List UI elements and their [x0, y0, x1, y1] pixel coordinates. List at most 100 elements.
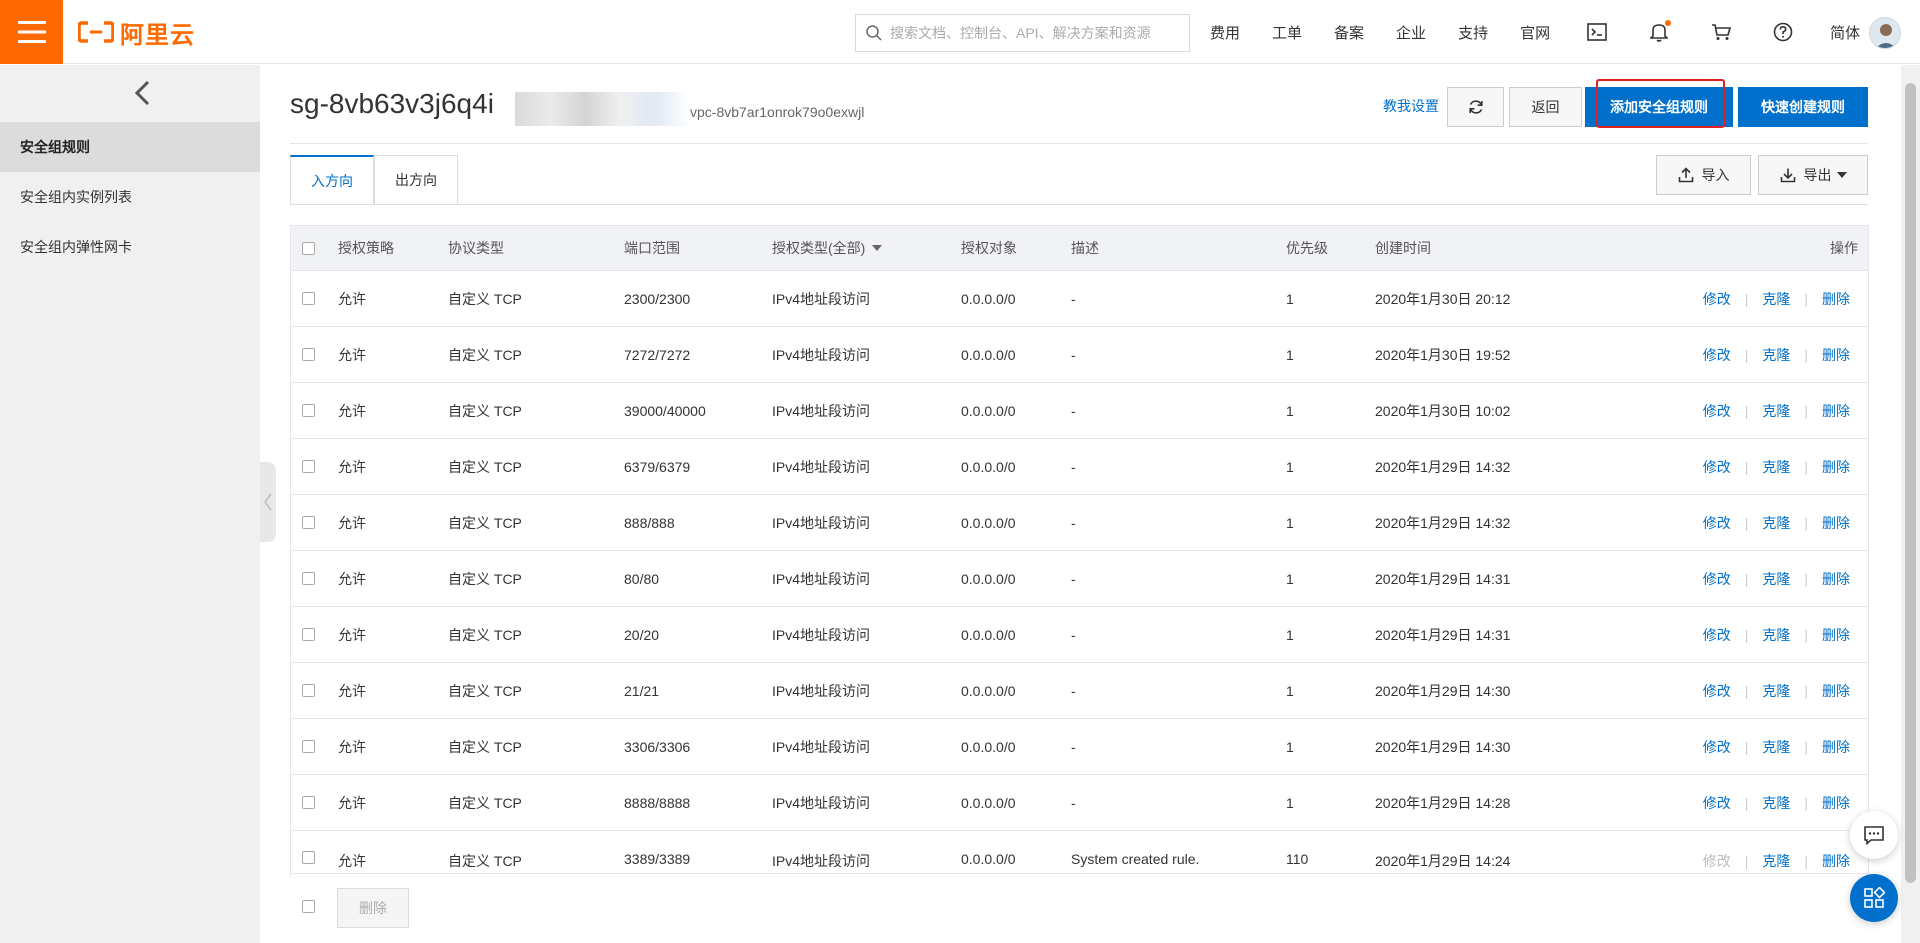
row-checkbox[interactable] [302, 851, 315, 864]
export-button[interactable]: 导出 [1758, 155, 1868, 195]
clone-link[interactable]: 克隆 [1762, 457, 1790, 477]
bell-icon[interactable] [1644, 17, 1674, 47]
apps-grid-icon [1864, 887, 1885, 908]
edit-link[interactable]: 修改 [1703, 457, 1731, 477]
cell-protocol: 自定义 TCP [448, 570, 522, 587]
edit-link[interactable]: 修改 [1703, 401, 1731, 421]
row-actions: 修改 | 克隆 | 删除 [1703, 513, 1850, 533]
delete-link[interactable]: 删除 [1822, 625, 1850, 645]
delete-link[interactable]: 删除 [1822, 457, 1850, 477]
row-checkbox[interactable] [302, 572, 315, 585]
tab-inbound[interactable]: 入方向 [290, 155, 374, 205]
delete-link[interactable]: 删除 [1822, 569, 1850, 589]
clone-link[interactable]: 克隆 [1762, 681, 1790, 701]
edit-link[interactable]: 修改 [1703, 737, 1731, 757]
col-auth-type-filter[interactable]: 授权类型(全部) [772, 238, 883, 258]
delete-link[interactable]: 删除 [1822, 851, 1850, 871]
edit-link[interactable]: 修改 [1703, 513, 1731, 533]
sidebar-collapse-handle[interactable] [260, 462, 276, 542]
select-all-checkbox[interactable] [302, 241, 315, 255]
nav-tickets[interactable]: 工单 [1272, 22, 1302, 43]
row-checkbox[interactable] [302, 460, 315, 473]
clone-link[interactable]: 克隆 [1762, 513, 1790, 533]
table-row: 允许 自定义 TCP 3306/3306 IPv4地址段访问 0.0.0.0/0 - 1 20… [291, 719, 1868, 775]
row-checkbox[interactable] [302, 348, 315, 361]
edit-link[interactable]: 修改 [1703, 569, 1731, 589]
page-scrollbar[interactable] [1901, 65, 1920, 943]
clone-link[interactable]: 克隆 [1762, 737, 1790, 757]
edit-link[interactable]: 修改 [1703, 289, 1731, 309]
import-label: 导入 [1701, 167, 1730, 183]
row-checkbox[interactable] [302, 684, 315, 697]
delete-link[interactable]: 删除 [1822, 793, 1850, 813]
add-security-rule-button[interactable]: 添加安全组规则 [1585, 87, 1733, 127]
import-button[interactable]: 导入 [1656, 155, 1751, 195]
terminal-icon[interactable] [1582, 17, 1612, 47]
delete-link[interactable]: 删除 [1822, 513, 1850, 533]
edit-link[interactable]: 修改 [1703, 345, 1731, 365]
table-row: 允许 自定义 TCP 7272/7272 IPv4地址段访问 0.0.0.0/0 - 1 20… [291, 327, 1868, 383]
language-switch[interactable]: 简体 [1830, 22, 1860, 43]
edit-link[interactable]: 修改 [1703, 625, 1731, 645]
row-checkbox[interactable] [302, 740, 315, 753]
delete-link[interactable]: 删除 [1822, 345, 1850, 365]
row-checkbox[interactable] [302, 628, 315, 641]
clone-link[interactable]: 克隆 [1762, 793, 1790, 813]
tab-outbound[interactable]: 出方向 [374, 155, 458, 205]
nav-enterprise[interactable]: 企业 [1396, 22, 1426, 43]
nav-icp[interactable]: 备案 [1334, 22, 1364, 43]
hamburger-menu-icon[interactable] [0, 0, 63, 64]
direction-tabs: 入方向 出方向 [290, 155, 458, 205]
action-separator: | [1744, 346, 1749, 363]
delete-link[interactable]: 删除 [1822, 737, 1850, 757]
cell-policy: 允许 [338, 682, 366, 699]
back-button[interactable]: 返回 [1509, 87, 1582, 127]
row-checkbox[interactable] [302, 292, 315, 305]
clone-link[interactable]: 克隆 [1762, 289, 1790, 309]
cell-created: 2020年1月29日 14:28 [1375, 794, 1511, 811]
user-avatar[interactable] [1869, 17, 1901, 49]
clone-link[interactable]: 克隆 [1762, 625, 1790, 645]
aliyun-logo[interactable]: 阿里云 [78, 18, 195, 49]
help-setup-link[interactable]: 教我设置 [1383, 96, 1439, 116]
sidebar-item-rules[interactable]: 安全组规则 [0, 122, 260, 172]
scrollbar-thumb[interactable] [1905, 83, 1916, 883]
chat-float-button[interactable] [1850, 811, 1898, 859]
cart-icon[interactable] [1706, 17, 1736, 47]
refresh-button[interactable] [1447, 87, 1504, 127]
cell-protocol: 自定义 TCP [448, 682, 522, 699]
clone-link[interactable]: 克隆 [1762, 569, 1790, 589]
row-checkbox[interactable] [302, 796, 315, 809]
clone-link[interactable]: 克隆 [1762, 851, 1790, 871]
back-chevron-icon[interactable] [127, 75, 157, 111]
footer-select-all-checkbox[interactable] [302, 900, 315, 913]
nav-official-site[interactable]: 官网 [1520, 22, 1550, 43]
batch-delete-button[interactable]: 删除 [337, 888, 409, 928]
cell-object: 0.0.0.0/0 [961, 626, 1016, 643]
edit-link[interactable]: 修改 [1703, 681, 1731, 701]
help-icon[interactable] [1768, 17, 1798, 47]
edit-link[interactable]: 修改 [1703, 793, 1731, 813]
cell-object: 0.0.0.0/0 [961, 682, 1016, 699]
clone-link[interactable]: 克隆 [1762, 401, 1790, 421]
delete-link[interactable]: 删除 [1822, 289, 1850, 309]
search-box[interactable] [855, 14, 1190, 52]
row-checkbox[interactable] [302, 516, 315, 529]
sidebar-item-enis[interactable]: 安全组内弹性网卡 [0, 222, 260, 272]
delete-link[interactable]: 删除 [1822, 681, 1850, 701]
clone-link[interactable]: 克隆 [1762, 345, 1790, 365]
cell-auth-type: IPv4地址段访问 [772, 794, 871, 811]
nav-support[interactable]: 支持 [1458, 22, 1488, 43]
nav-fees[interactable]: 费用 [1210, 22, 1240, 43]
cell-priority: 110 [1286, 851, 1309, 867]
cell-port: 21/21 [624, 682, 660, 699]
delete-link[interactable]: 删除 [1822, 401, 1850, 421]
apps-float-button[interactable] [1850, 874, 1898, 922]
row-checkbox[interactable] [302, 404, 315, 417]
cell-object: 0.0.0.0/0 [961, 570, 1016, 587]
action-separator: | [1804, 738, 1808, 755]
quick-create-rule-button[interactable]: 快速创建规则 [1738, 87, 1868, 127]
sidebar-item-instances[interactable]: 安全组内实例列表 [0, 172, 260, 222]
search-input[interactable] [890, 25, 1180, 41]
cell-created: 2020年1月30日 20:12 [1375, 290, 1511, 307]
